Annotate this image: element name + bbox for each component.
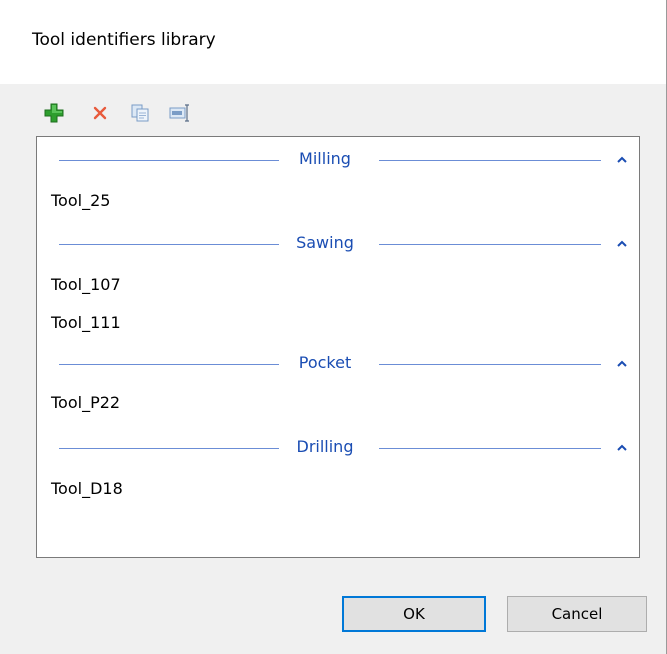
group-divider-left	[59, 448, 279, 449]
title-bar: Tool identifiers library	[0, 0, 666, 84]
copy-icon	[131, 104, 149, 122]
tool-list[interactable]: Milling Tool_25 Sawing Tool_107 Tool_111…	[36, 136, 640, 558]
add-icon	[44, 103, 64, 123]
group-divider-left	[59, 160, 279, 161]
chevron-up-icon[interactable]	[615, 441, 629, 455]
group-header-sawing[interactable]: Sawing	[37, 231, 639, 257]
ok-button[interactable]: OK	[342, 596, 486, 632]
add-button[interactable]	[42, 100, 66, 126]
delete-icon	[93, 106, 107, 120]
group-divider-right	[379, 364, 601, 365]
cancel-button[interactable]: Cancel	[507, 596, 647, 632]
chevron-up-icon[interactable]	[615, 153, 629, 167]
group-title: Drilling	[296, 437, 354, 456]
list-item[interactable]: Tool_D18	[51, 479, 123, 498]
rename-button[interactable]	[168, 100, 192, 126]
tool-identifiers-dialog: Tool identifiers library Milling Tool_25…	[0, 0, 667, 654]
group-divider-right	[379, 244, 601, 245]
dialog-title: Tool identifiers library	[32, 30, 216, 50]
list-item[interactable]: Tool_25	[51, 191, 110, 210]
group-divider-right	[379, 448, 601, 449]
chevron-up-icon[interactable]	[615, 237, 629, 251]
list-item[interactable]: Tool_P22	[51, 393, 120, 412]
list-item[interactable]: Tool_111	[51, 313, 121, 332]
rename-icon	[169, 104, 189, 122]
group-divider-left	[59, 244, 279, 245]
chevron-up-icon[interactable]	[615, 357, 629, 371]
group-header-pocket[interactable]: Pocket	[37, 351, 639, 377]
list-item[interactable]: Tool_107	[51, 275, 121, 294]
copy-button[interactable]	[128, 100, 152, 126]
group-title: Sawing	[296, 233, 354, 252]
group-divider-right	[379, 160, 601, 161]
group-title: Pocket	[298, 353, 352, 372]
delete-button[interactable]	[88, 100, 112, 126]
group-title: Milling	[299, 149, 351, 168]
group-header-drilling[interactable]: Drilling	[37, 435, 639, 461]
group-header-milling[interactable]: Milling	[37, 147, 639, 173]
group-divider-left	[59, 364, 279, 365]
